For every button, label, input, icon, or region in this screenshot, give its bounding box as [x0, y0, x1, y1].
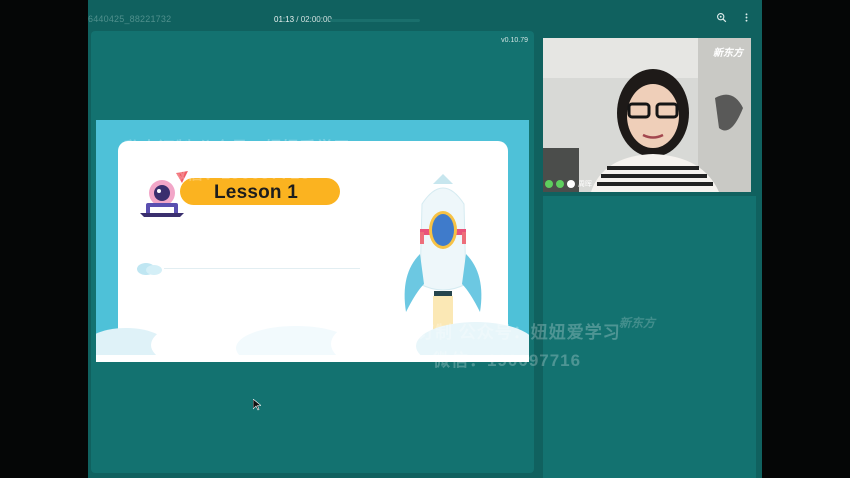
teacher-video-frame: [543, 38, 751, 192]
mouse-cursor-icon: [253, 399, 261, 411]
cloud-icon: [137, 263, 162, 275]
class-timer: 01:13 / 02:00:00: [274, 15, 332, 24]
top-bar: 6440425_88221732 01:13 / 02:00:00: [88, 0, 762, 32]
watermark-bottom-line2: 微信：190097716: [433, 351, 582, 370]
timer-separator: /: [294, 15, 301, 24]
more-options-icon[interactable]: [739, 12, 753, 26]
magnify-icon[interactable]: [714, 12, 728, 26]
total-time: 02:00:00: [300, 15, 332, 24]
video-status-bar: 周晖: [545, 178, 592, 190]
mic-icon[interactable]: [545, 180, 553, 188]
teacher-video[interactable]: 新东方 周晖: [543, 38, 751, 192]
whiteboard-area[interactable]: v0.10.79 Lesson 1: [91, 31, 534, 473]
brand-logo: 新东方: [713, 48, 743, 59]
watermark-brand-logo: 新东方: [619, 316, 656, 330]
watermark-top-line2: 微信：190097716: [170, 166, 311, 183]
watermark-bottom-line1: 私人订制 公众号：妞妞爱学习: [381, 323, 621, 342]
letterbox-left: [0, 0, 88, 478]
lesson-title: Lesson 1: [214, 182, 298, 203]
room-id: 6440425_88221732: [88, 14, 172, 24]
user-icon: [567, 180, 575, 188]
teacher-name: 周晖: [578, 181, 592, 188]
timer-progress: [330, 19, 420, 22]
watermark-top-line1: 私人订制 公众号：妞妞爱学习: [124, 140, 351, 157]
letterbox-right: [762, 0, 850, 478]
elapsed-time: 01:13: [274, 15, 295, 24]
divider-line: [164, 268, 360, 269]
camera-icon[interactable]: [556, 180, 564, 188]
classroom-app: 6440425_88221732 01:13 / 02:00:00 v0.10.…: [88, 0, 762, 478]
version-label: v0.10.79: [501, 37, 528, 44]
